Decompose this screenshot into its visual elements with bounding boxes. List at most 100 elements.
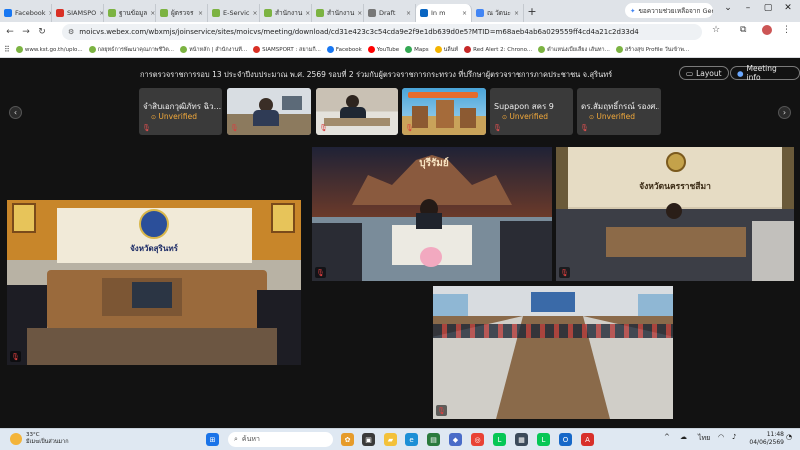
bookmark-item[interactable]: ตำแหน่งเบี้ยเลี้ยง เส้นทา... xyxy=(538,46,610,54)
participant-thumbnail[interactable]: ดร.สัมฤทธิ์กรณ์ รองศ... ⊙ Unverified 🎙 xyxy=(577,88,661,135)
volume-icon[interactable]: ♪ xyxy=(732,433,736,441)
browser-tab[interactable]: Facebook× xyxy=(0,4,52,22)
video-tile-buriram[interactable]: บุรีรัมย์ 🎙 xyxy=(312,147,552,281)
layout-button[interactable]: ▭ Layout xyxy=(679,66,729,80)
task-view-icon[interactable]: ▣ xyxy=(362,433,375,446)
tab-list: Facebook×SIAMSPO×ฐานข้อมูล×ผู้ตรวจร×E-Se… xyxy=(0,0,524,22)
wifi-icon[interactable]: ◠ xyxy=(718,433,724,441)
pdf-icon[interactable]: A xyxy=(581,433,594,446)
browser-tab[interactable]: SIAMSPO × xyxy=(52,4,104,22)
muted-mic-icon: 🎙 xyxy=(319,124,328,132)
bookmark-label: Maps xyxy=(414,46,429,53)
tab-label: ฐานข้อมูล xyxy=(119,9,148,17)
bookmark-item[interactable]: กลยุทธ์การพัฒนาคุณภาพชีวิต... xyxy=(88,46,175,54)
video-tile-conference-room[interactable]: 🎙 xyxy=(433,286,673,419)
thumbnail-next-button[interactable]: › xyxy=(778,106,791,119)
bookmark-label: www.kst.go.th/uplo... xyxy=(24,46,83,53)
outlook-icon[interactable]: O xyxy=(559,433,572,446)
forward-button[interactable]: → xyxy=(18,27,34,37)
tray-chevron-icon[interactable]: ^ xyxy=(664,433,670,441)
tab-close-icon[interactable]: × xyxy=(198,10,203,17)
input-language[interactable]: ไทย xyxy=(698,433,710,444)
reload-button[interactable]: ↻ xyxy=(34,27,50,37)
browser-tab[interactable]: ณ วัดนะ × xyxy=(472,4,524,22)
warning-icon: ⊙ xyxy=(151,114,157,121)
tab-close-icon[interactable]: × xyxy=(252,10,257,17)
tab-close-icon[interactable]: × xyxy=(406,10,411,17)
muted-mic-icon: 🎙 xyxy=(493,124,502,132)
tab-label: In m xyxy=(431,9,446,17)
maximize-button[interactable]: ▢ xyxy=(758,3,778,13)
thumbnail-prev-button[interactable]: ‹ xyxy=(9,106,22,119)
close-window-button[interactable]: ✕ xyxy=(778,3,798,13)
bookmark-item[interactable]: Maps xyxy=(405,46,429,54)
participant-video-thumbnail[interactable]: 🎙 xyxy=(316,88,398,135)
browser-tab[interactable]: ฐานข้อมูล × xyxy=(104,4,156,22)
notifications-icon[interactable]: ◔ xyxy=(786,433,792,441)
meeting-title: การตรวจราชการรอบ 13 ประจำปีงบประมาณ พ.ศ.… xyxy=(140,70,613,79)
participant-video-thumbnail[interactable]: 🎙 xyxy=(227,88,311,135)
bookmark-item[interactable]: หน้าหลัก | สำนักงานที่... xyxy=(180,46,247,54)
tab-favicon-icon xyxy=(420,9,428,17)
meeting-info-button[interactable]: ● Meeting info xyxy=(730,64,800,82)
video-tile-nakhon-ratchasima[interactable]: จังหวัดนครราชสีมา 🎙 xyxy=(556,147,794,281)
bookmark-favicon-icon xyxy=(615,46,623,53)
site-info-icon[interactable]: ⚙ xyxy=(68,28,74,36)
participant-thumbnail[interactable]: Supapon สคร 9 ⊙ Unverified 🎙 xyxy=(490,88,573,135)
app-icon[interactable]: ◆ xyxy=(449,433,462,446)
chrome-icon[interactable]: ◎ xyxy=(471,433,484,446)
new-tab-button[interactable]: + xyxy=(524,5,540,18)
participant-thumbnail[interactable]: จำสิบเอกวุฒิภัทร ฉิว... ⊙ Unverified 🎙 xyxy=(139,88,222,135)
tab-close-icon[interactable]: × xyxy=(357,10,362,17)
store-icon[interactable]: ▤ xyxy=(427,433,440,446)
address-bar[interactable]: ⚙ moicvs.webex.com/wbxmjs/joinservice/si… xyxy=(62,24,702,40)
edge-icon[interactable]: e xyxy=(405,433,418,446)
line-icon[interactable]: L xyxy=(493,433,506,446)
back-button[interactable]: ← xyxy=(2,27,18,37)
bookmarks-bar: ⠿ www.kst.go.th/uplo... กลยุทธ์การพัฒนาคุ… xyxy=(0,42,800,58)
weather-widget[interactable]: 33°C มีเมฆเป็นส่วนมาก xyxy=(10,432,69,446)
taskbar-search[interactable]: ⌕ ค้นหา xyxy=(228,432,333,447)
browser-tab[interactable]: สำนักงาน × xyxy=(312,4,364,22)
app-icon[interactable]: ▦ xyxy=(515,433,528,446)
line-icon[interactable]: L xyxy=(537,433,550,446)
clock[interactable]: 11:48 04/06/2569 xyxy=(748,431,784,447)
tab-close-icon[interactable]: × xyxy=(514,10,519,17)
extensions-icon[interactable]: ⧉ xyxy=(740,25,746,35)
tab-close-icon[interactable]: × xyxy=(462,10,467,17)
gemini-button[interactable]: ✦ ขอความช่วยเหลือจาก Gemini xyxy=(625,3,713,18)
apps-icon[interactable]: ⠿ xyxy=(4,45,10,54)
tab-label: ณ วัดนะ xyxy=(487,9,511,17)
profile-avatar[interactable] xyxy=(762,25,772,38)
widgets-icon[interactable]: ✿ xyxy=(341,433,354,446)
warning-icon: ⊙ xyxy=(502,114,508,121)
participant-video-thumbnail[interactable]: 🎙 xyxy=(402,88,486,135)
muted-mic-icon: 🎙 xyxy=(230,124,239,132)
bookmark-item[interactable]: สร้างสุข Profile วันเข้าพ... xyxy=(615,46,689,54)
start-button[interactable]: ⊞ xyxy=(206,433,219,446)
browser-tab[interactable]: ผู้ตรวจร × xyxy=(156,4,208,22)
video-tile-surin[interactable]: จังหวัดสุรินทร์ 🎙 xyxy=(7,200,301,365)
menu-icon[interactable]: ⋮ xyxy=(782,25,791,35)
bookmark-item[interactable]: YouTube xyxy=(367,46,399,54)
browser-tab[interactable]: In m × xyxy=(416,4,472,22)
file-explorer-icon[interactable]: ▰ xyxy=(384,433,397,446)
bookmark-label: กลยุทธ์การพัฒนาคุณภาพชีวิต... xyxy=(97,46,175,53)
bookmark-item[interactable]: SIAMSPORT : สยามกี... xyxy=(253,46,321,54)
tab-favicon-icon xyxy=(108,9,116,17)
bookmark-item[interactable]: www.kst.go.th/uplo... xyxy=(15,46,83,54)
bookmark-favicon-icon xyxy=(15,46,23,53)
browser-tab[interactable]: สำนักงาน × xyxy=(260,4,312,22)
bookmark-star-icon[interactable]: ☆ xyxy=(712,25,720,35)
tab-close-icon[interactable]: × xyxy=(150,10,155,17)
bookmark-item[interactable]: Facebook xyxy=(326,46,362,54)
bookmark-item[interactable]: Red Alert 2: Chrono... xyxy=(464,46,532,54)
tab-search-icon[interactable]: ⌄ xyxy=(718,3,738,13)
minimize-button[interactable]: – xyxy=(738,3,758,13)
browser-tab[interactable]: E-Servic × xyxy=(208,4,260,22)
bookmark-label: Facebook xyxy=(335,46,362,53)
browser-tab[interactable]: Draft × xyxy=(364,4,416,22)
tab-close-icon[interactable]: × xyxy=(305,10,310,17)
network-icon[interactable]: ☁ xyxy=(680,433,687,441)
bookmark-item[interactable]: นลิ้นท์ xyxy=(434,46,458,54)
